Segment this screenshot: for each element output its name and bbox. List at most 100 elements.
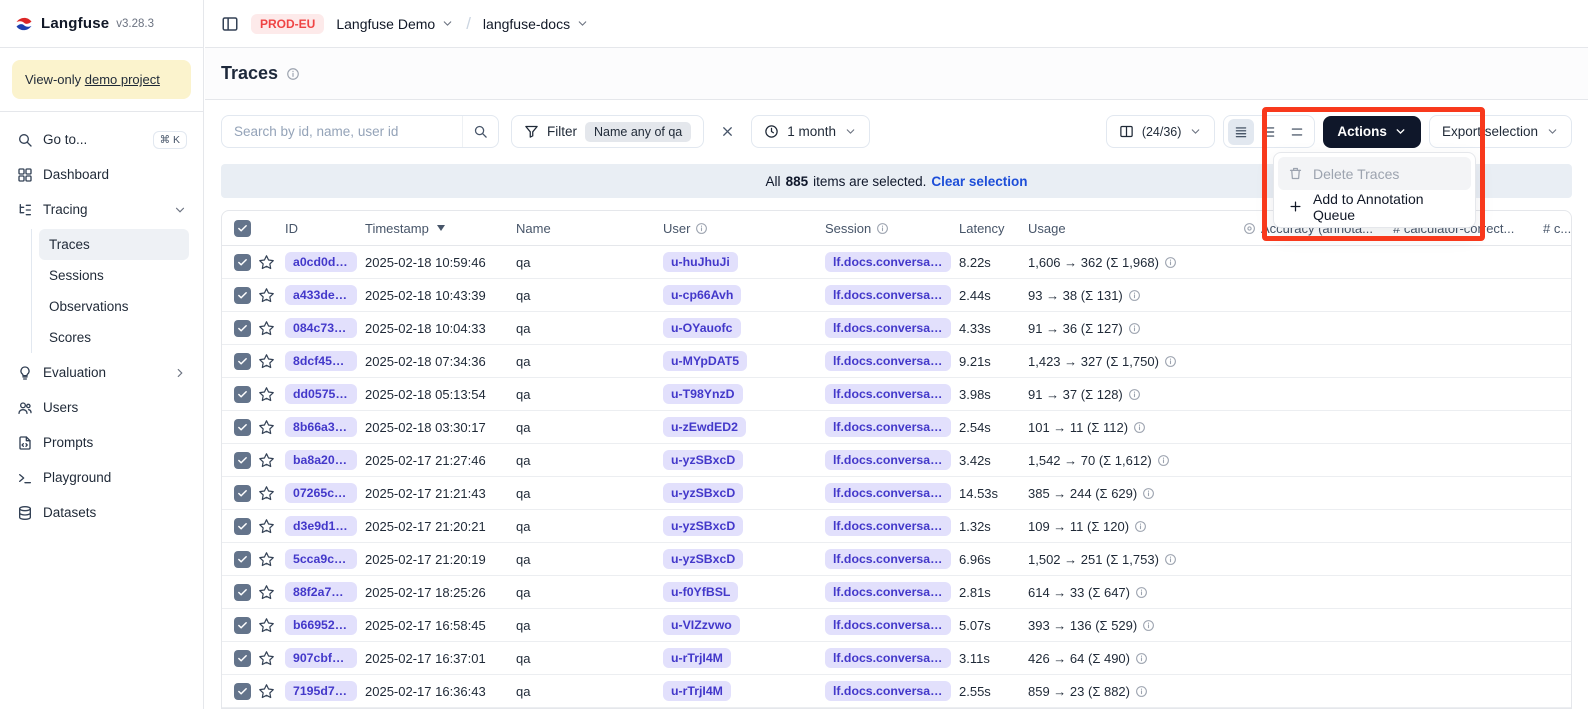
info-icon[interactable] bbox=[1135, 652, 1148, 665]
export-selection-button[interactable]: Export selection bbox=[1429, 115, 1572, 148]
column-header-name[interactable]: Name bbox=[516, 221, 663, 236]
search-icon[interactable] bbox=[462, 116, 498, 147]
user-badge[interactable]: u-MYpDAT5 bbox=[663, 351, 747, 371]
info-icon[interactable] bbox=[1128, 322, 1141, 335]
session-badge[interactable]: lf.docs.conversation... bbox=[825, 516, 951, 536]
info-icon[interactable] bbox=[1135, 586, 1148, 599]
sidebar-item-datasets[interactable]: Datasets bbox=[8, 495, 195, 530]
trace-id-badge[interactable]: 8b66a34... bbox=[285, 417, 357, 437]
user-badge[interactable]: u-yzSBxcD bbox=[663, 483, 743, 503]
session-badge[interactable]: lf.docs.conversation... bbox=[825, 483, 951, 503]
table-row[interactable]: 5cca9cf2... 2025-02-17 21:20:19 qa u-yzS… bbox=[222, 543, 1571, 576]
menu-item-delete-traces[interactable]: Delete Traces bbox=[1278, 157, 1471, 190]
star-icon[interactable] bbox=[258, 551, 275, 568]
column-header-id[interactable]: ID bbox=[285, 221, 365, 236]
star-icon[interactable] bbox=[258, 518, 275, 535]
session-badge[interactable]: lf.docs.conversation... bbox=[825, 549, 951, 569]
session-badge[interactable]: lf.docs.conversation... bbox=[825, 450, 951, 470]
trace-id-badge[interactable]: 084c739... bbox=[285, 318, 357, 338]
star-icon[interactable] bbox=[258, 683, 275, 700]
trace-id-badge[interactable]: a0cd0d9... bbox=[285, 252, 357, 272]
info-icon[interactable] bbox=[1135, 685, 1148, 698]
info-icon[interactable] bbox=[1164, 355, 1177, 368]
column-visibility-button[interactable]: (24/36) bbox=[1106, 115, 1216, 148]
column-header-score3[interactable]: # c... bbox=[1543, 221, 1571, 236]
info-icon[interactable] bbox=[1157, 454, 1170, 467]
trace-id-badge[interactable]: dd05753... bbox=[285, 384, 357, 404]
star-icon[interactable] bbox=[258, 485, 275, 502]
sidebar-item-playground[interactable]: Playground bbox=[8, 460, 195, 495]
star-icon[interactable] bbox=[258, 584, 275, 601]
info-icon[interactable] bbox=[1164, 553, 1177, 566]
row-height-small-button[interactable] bbox=[1228, 119, 1254, 145]
user-badge[interactable]: u-OYauofc bbox=[663, 318, 741, 338]
column-header-session[interactable]: Session bbox=[825, 221, 959, 236]
row-checkbox[interactable] bbox=[234, 287, 251, 304]
row-checkbox[interactable] bbox=[234, 551, 251, 568]
user-badge[interactable]: u-f0YfBSL bbox=[663, 582, 738, 602]
sidebar-item-sessions[interactable]: Sessions bbox=[39, 260, 189, 291]
trace-id-badge[interactable]: 07265c7a... bbox=[285, 483, 357, 503]
session-badge[interactable]: lf.docs.conversation... bbox=[825, 417, 951, 437]
user-badge[interactable]: u-zEwdED2 bbox=[663, 417, 746, 437]
table-row[interactable]: 07265c7a... 2025-02-17 21:21:43 qa u-yzS… bbox=[222, 477, 1571, 510]
row-checkbox[interactable] bbox=[234, 452, 251, 469]
session-badge[interactable]: lf.docs.conversation... bbox=[825, 285, 951, 305]
trace-id-badge[interactable]: d3e9d1f2... bbox=[285, 516, 357, 536]
session-badge[interactable]: lf.docs.conversation... bbox=[825, 351, 951, 371]
session-badge[interactable]: lf.docs.conversation... bbox=[825, 318, 951, 338]
trace-id-badge[interactable]: a433de51... bbox=[285, 285, 357, 305]
info-icon[interactable] bbox=[1164, 256, 1177, 269]
table-row[interactable]: 7195d78e... 2025-02-17 16:36:43 qa u-rTr… bbox=[222, 675, 1571, 708]
table-row[interactable]: 8b66a34... 2025-02-18 03:30:17 qa u-zEwd… bbox=[222, 411, 1571, 444]
actions-button[interactable]: Actions bbox=[1323, 116, 1421, 148]
sidebar-item-dashboard[interactable]: Dashboard bbox=[8, 157, 195, 192]
trace-id-badge[interactable]: 7195d78e... bbox=[285, 681, 357, 701]
column-header-timestamp[interactable]: Timestamp bbox=[365, 221, 516, 236]
row-checkbox[interactable] bbox=[234, 386, 251, 403]
star-icon[interactable] bbox=[258, 386, 275, 403]
row-checkbox[interactable] bbox=[234, 683, 251, 700]
demo-project-link[interactable]: demo project bbox=[85, 72, 160, 87]
column-header-latency[interactable]: Latency bbox=[959, 221, 1028, 236]
user-badge[interactable]: u-cp66Avh bbox=[663, 285, 741, 305]
column-header-usage[interactable]: Usage bbox=[1028, 221, 1243, 236]
info-icon[interactable] bbox=[1142, 487, 1155, 500]
sidebar-item-scores[interactable]: Scores bbox=[39, 322, 189, 353]
user-badge[interactable]: u-rTrjI4M bbox=[663, 681, 731, 701]
table-row[interactable]: a433de51... 2025-02-18 10:43:39 qa u-cp6… bbox=[222, 279, 1571, 312]
table-row[interactable]: b669529... 2025-02-17 16:58:45 qa u-VIZz… bbox=[222, 609, 1571, 642]
info-icon[interactable] bbox=[1134, 520, 1147, 533]
sidebar-item-users[interactable]: Users bbox=[8, 390, 195, 425]
row-checkbox[interactable] bbox=[234, 584, 251, 601]
sidebar-item-prompts[interactable]: Prompts bbox=[8, 425, 195, 460]
star-icon[interactable] bbox=[258, 353, 275, 370]
session-badge[interactable]: lf.docs.conversation... bbox=[825, 615, 951, 635]
project-switcher[interactable]: langfuse-docs bbox=[483, 16, 589, 32]
sidebar-item-tracing[interactable]: Tracing bbox=[8, 192, 195, 227]
user-badge[interactable]: u-yzSBxcD bbox=[663, 450, 743, 470]
session-badge[interactable]: lf.docs.conversation... bbox=[825, 681, 951, 701]
row-height-large-button[interactable] bbox=[1284, 119, 1310, 145]
time-range-button[interactable]: 1 month bbox=[751, 115, 870, 148]
table-row[interactable]: 8dcf4574... 2025-02-18 07:34:36 qa u-MYp… bbox=[222, 345, 1571, 378]
info-icon[interactable] bbox=[286, 67, 300, 81]
user-badge[interactable]: u-VIZzvwo bbox=[663, 615, 740, 635]
star-icon[interactable] bbox=[258, 617, 275, 634]
trace-id-badge[interactable]: 907cbf6e... bbox=[285, 648, 357, 668]
select-all-checkbox[interactable] bbox=[234, 220, 251, 237]
trace-id-badge[interactable]: 5cca9cf2... bbox=[285, 549, 357, 569]
user-badge[interactable]: u-huJhuJi bbox=[663, 252, 738, 272]
info-icon[interactable] bbox=[1128, 289, 1141, 302]
clear-filter-button[interactable] bbox=[716, 120, 739, 143]
row-checkbox[interactable] bbox=[234, 254, 251, 271]
user-badge[interactable]: u-T98YnzD bbox=[663, 384, 743, 404]
sidebar-item-observations[interactable]: Observations bbox=[39, 291, 189, 322]
table-row[interactable]: ba8a208f... 2025-02-17 21:27:46 qa u-yzS… bbox=[222, 444, 1571, 477]
star-icon[interactable] bbox=[258, 287, 275, 304]
trace-id-badge[interactable]: 88f2a7b0... bbox=[285, 582, 357, 602]
session-badge[interactable]: lf.docs.conversation... bbox=[825, 384, 951, 404]
session-badge[interactable]: lf.docs.conversation... bbox=[825, 582, 951, 602]
star-icon[interactable] bbox=[258, 254, 275, 271]
search-input[interactable] bbox=[222, 124, 462, 139]
